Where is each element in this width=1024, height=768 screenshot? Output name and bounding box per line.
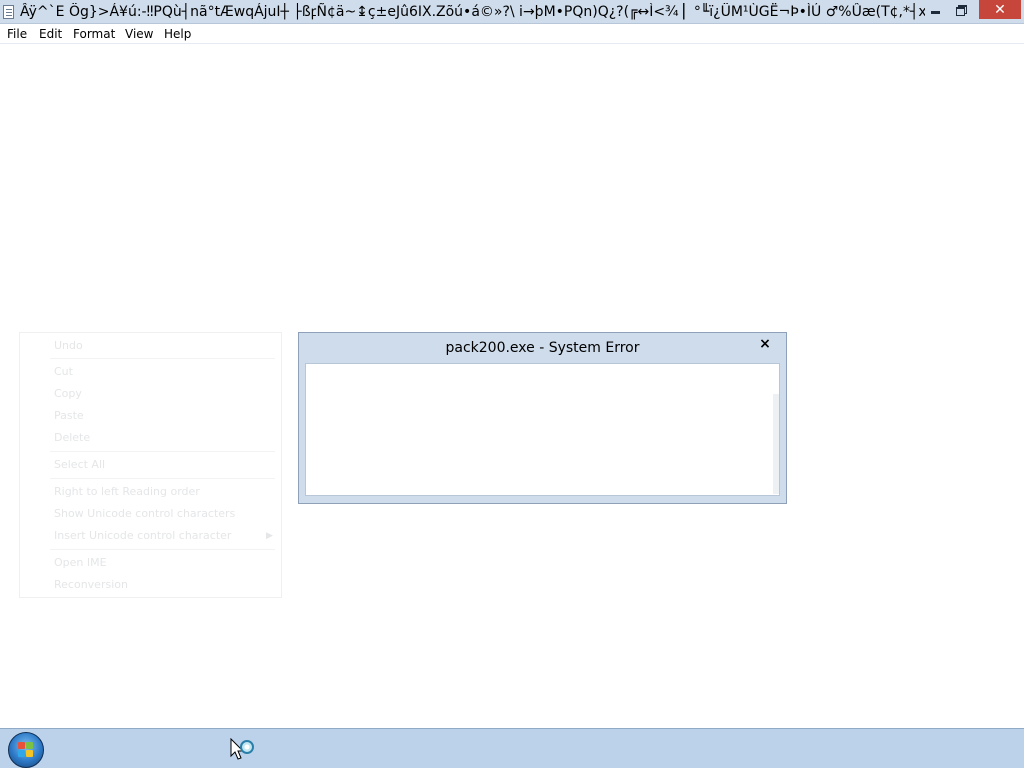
menu-format[interactable]: Format xyxy=(73,26,115,42)
ctx-undo: Undo xyxy=(54,339,83,352)
ctx-cut: Cut xyxy=(54,365,73,378)
minimize-button[interactable] xyxy=(922,0,949,20)
windows-logo-icon xyxy=(18,742,34,758)
ctx-separator xyxy=(50,358,275,359)
menu-view[interactable]: View xyxy=(125,26,153,42)
ctx-separator xyxy=(50,549,275,550)
dialog-title: pack200.exe - System Error xyxy=(445,340,640,356)
busy-cursor-icon xyxy=(230,738,254,760)
ctx-reconversion: Reconversion xyxy=(54,578,128,591)
ctx-separator xyxy=(50,451,275,452)
submenu-arrow-icon: ▶ xyxy=(266,531,273,541)
menu-edit[interactable]: Edit xyxy=(39,26,62,42)
ctx-copy: Copy xyxy=(54,387,82,400)
system-error-dialog: pack200.exe - System Error × xyxy=(298,332,787,504)
restore-button[interactable] xyxy=(949,0,976,20)
ctx-separator xyxy=(50,478,275,479)
ctx-open-ime: Open IME xyxy=(54,556,107,569)
ctx-show-unicode: Show Unicode control characters xyxy=(54,507,236,520)
window-titlebar: Âÿ^`E Ög}>Á¥ú:-‼PQù┤nã°tÆwqÁjuI┼ ├ßꝼÑ¢ä~… xyxy=(0,0,1024,24)
taskbar xyxy=(0,728,1024,768)
close-icon: × xyxy=(759,336,771,352)
dialog-close-button[interactable]: × xyxy=(754,335,776,353)
ctx-rtl-reading: Right to left Reading order xyxy=(54,485,200,498)
menu-file[interactable]: File xyxy=(7,26,27,42)
menu-bar: File Edit Format View Help xyxy=(0,24,1024,44)
start-button[interactable] xyxy=(8,732,44,768)
ctx-select-all: Select All xyxy=(54,458,106,471)
dialog-body xyxy=(305,363,780,496)
menu-help[interactable]: Help xyxy=(164,26,191,42)
ghost-context-menu: Undo Cut Copy Paste Delete Select All Ri… xyxy=(19,332,282,598)
notepad-icon xyxy=(3,5,14,19)
ctx-delete: Delete xyxy=(54,431,91,444)
window-title: Âÿ^`E Ög}>Á¥ú:-‼PQù┤nã°tÆwqÁjuI┼ ├ßꝼÑ¢ä~… xyxy=(20,4,925,20)
ctx-paste: Paste xyxy=(54,409,84,422)
close-icon: ✕ xyxy=(994,2,1006,18)
close-button[interactable]: ✕ xyxy=(979,0,1021,19)
ctx-insert-unicode: Insert Unicode control character xyxy=(54,529,232,542)
dialog-scrollbar[interactable] xyxy=(773,394,779,494)
